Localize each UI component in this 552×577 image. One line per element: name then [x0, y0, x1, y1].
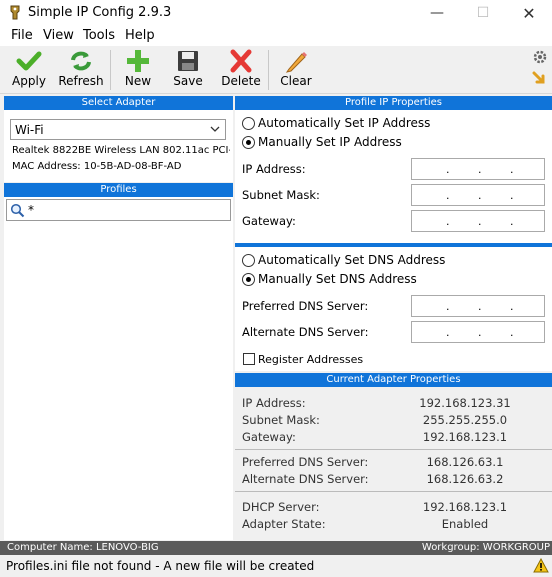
delete-button[interactable]: Delete — [218, 46, 264, 92]
adapter-description: Realtek 8822BE Wireless LAN 802.11ac PCI… — [12, 145, 230, 156]
chevron-down-icon — [210, 126, 220, 132]
gateway-label: Gateway: — [242, 214, 296, 228]
manual-dns-label[interactable]: Manually Set DNS Address — [258, 272, 417, 286]
mac-address: MAC Address: 10-5B-AD-08-BF-AD — [12, 161, 182, 172]
save-button[interactable]: Save — [166, 46, 210, 92]
apply-button[interactable]: Apply — [6, 46, 52, 92]
register-label[interactable]: Register Addresses — [258, 353, 363, 366]
new-label: New — [124, 74, 152, 88]
current-gateway-value: 192.168.123.1 — [422, 430, 508, 444]
adapter-panel: Wi-Fi Realtek 8822BE Wireless LAN 802.11… — [4, 110, 233, 182]
toolbar: Apply Refresh New Save Delete Clear — [0, 46, 552, 94]
title-bar: Simple IP Config 2.9.3 — ☐ ✕ — [0, 0, 552, 26]
register-checkbox[interactable] — [243, 353, 255, 365]
arrow-icon[interactable] — [532, 71, 548, 87]
manual-ip-label[interactable]: Manually Set IP Address — [258, 135, 402, 149]
menu-tools[interactable]: Tools — [83, 28, 115, 43]
profiles-header: Profiles — [4, 183, 233, 197]
info-bar: Computer Name: LENOVO-BIG Workgroup: WOR… — [0, 541, 552, 555]
save-label: Save — [173, 74, 203, 88]
current-ip-value: 192.168.123.31 — [419, 396, 511, 410]
app-icon — [10, 5, 20, 20]
current-pdns-value: 168.126.63.1 — [426, 455, 504, 469]
auto-ip-label[interactable]: Automatically Set IP Address — [258, 116, 430, 130]
refresh-icon — [71, 51, 91, 71]
current-adns-label: Alternate DNS Server: — [242, 472, 369, 486]
status-bar: Profiles.ini file not found - A new file… — [0, 555, 552, 577]
current-gateway-label: Gateway: — [242, 430, 296, 444]
toolbar-separator — [110, 50, 111, 90]
clear-icon — [285, 52, 307, 73]
clear-button[interactable]: Clear — [274, 46, 318, 92]
current-divider — [235, 491, 552, 492]
save-icon — [178, 51, 198, 71]
auto-dns-radio[interactable] — [242, 254, 255, 267]
toolbar-separator — [268, 50, 269, 90]
menu-view[interactable]: View — [43, 28, 74, 43]
current-subnet-value: 255.255.255.0 — [422, 413, 508, 427]
close-icon: ✕ — [522, 3, 536, 23]
new-icon — [127, 50, 149, 72]
search-icon — [10, 203, 25, 218]
apply-label: Apply — [12, 74, 46, 88]
refresh-button[interactable]: Refresh — [56, 46, 106, 92]
status-message: Profiles.ini file not found - A new file… — [6, 559, 315, 573]
close-button[interactable]: ✕ — [506, 0, 552, 26]
current-adns-value: 168.126.63.2 — [426, 472, 504, 486]
profile-ip-header: Profile IP Properties — [235, 96, 552, 110]
profile-ip-panel: Automatically Set IP Address Manually Se… — [235, 110, 552, 243]
new-button[interactable]: New — [116, 46, 160, 92]
search-value: * — [28, 203, 34, 217]
apply-icon — [16, 51, 42, 71]
preferred-dns-field[interactable]: ... — [411, 295, 545, 317]
subnet-mask-field[interactable]: ... — [411, 184, 545, 206]
auto-dns-label[interactable]: Automatically Set DNS Address — [258, 253, 445, 267]
profile-search-input[interactable]: * — [6, 199, 231, 221]
adapter-select[interactable]: Wi-Fi — [10, 119, 226, 140]
preferred-dns-label: Preferred DNS Server: — [242, 299, 369, 313]
settings-icon[interactable] — [532, 49, 548, 65]
profile-list[interactable] — [4, 223, 233, 540]
clear-label: Clear — [280, 74, 312, 88]
workgroup: Workgroup: WORKGROUP — [421, 542, 550, 553]
ip-address-field[interactable]: ... — [411, 158, 545, 180]
minimize-icon: — — [430, 5, 444, 21]
minimize-button[interactable]: — — [414, 0, 460, 26]
current-subnet-label: Subnet Mask: — [242, 413, 320, 427]
alternate-dns-label: Alternate DNS Server: — [242, 325, 369, 339]
ip-address-label: IP Address: — [242, 162, 306, 176]
menu-bar: File View Tools Help — [0, 26, 552, 46]
auto-ip-radio[interactable] — [242, 117, 255, 130]
window-title: Simple IP Config 2.9.3 — [28, 5, 172, 20]
computer-name: Computer Name: LENOVO-BIG — [7, 542, 159, 553]
maximize-icon: ☐ — [476, 5, 490, 21]
menu-help[interactable]: Help — [125, 28, 155, 43]
current-ip-label: IP Address: — [242, 396, 306, 410]
subnet-mask-label: Subnet Mask: — [242, 188, 320, 202]
current-dhcp-value: 192.168.123.1 — [422, 500, 508, 514]
current-dhcp-label: DHCP Server: — [242, 500, 320, 514]
delete-icon — [230, 49, 252, 73]
current-adapter-header: Current Adapter Properties — [235, 373, 552, 387]
gateway-field[interactable]: ... — [411, 210, 545, 232]
menu-file[interactable]: File — [11, 28, 33, 43]
delete-label: Delete — [221, 74, 261, 88]
current-pdns-label: Preferred DNS Server: — [242, 455, 369, 469]
refresh-label: Refresh — [58, 74, 104, 88]
maximize-button[interactable]: ☐ — [460, 0, 506, 26]
current-adapter-panel: IP Address: 192.168.123.31 Subnet Mask: … — [235, 387, 552, 540]
profiles-panel: * — [4, 197, 233, 540]
manual-ip-radio[interactable] — [242, 136, 255, 149]
warning-icon — [533, 558, 549, 573]
current-state-label: Adapter State: — [242, 517, 326, 531]
dns-panel: Automatically Set DNS Address Manually S… — [235, 247, 552, 371]
manual-dns-radio[interactable] — [242, 273, 255, 286]
adapter-selected-value: Wi-Fi — [15, 123, 44, 137]
select-adapter-header: Select Adapter — [4, 96, 233, 110]
current-state-value: Enabled — [441, 517, 489, 531]
current-divider — [235, 449, 552, 450]
alternate-dns-field[interactable]: ... — [411, 321, 545, 343]
